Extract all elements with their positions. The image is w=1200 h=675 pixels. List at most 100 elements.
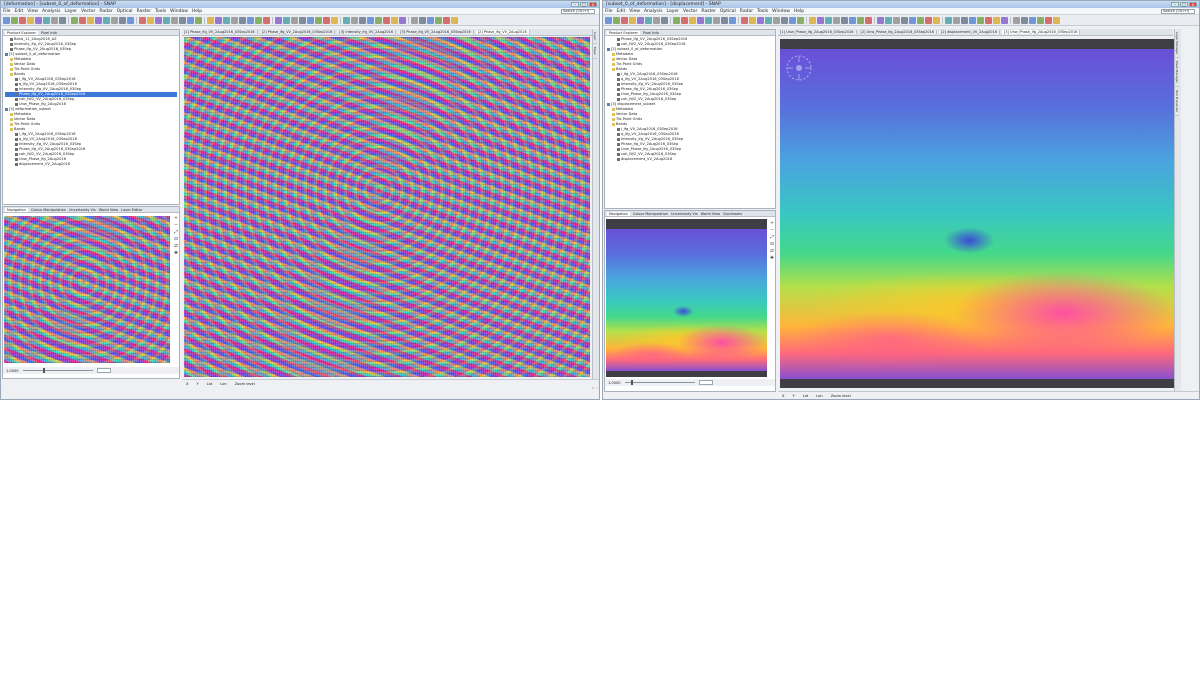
open-product-icon[interactable] <box>3 16 10 24</box>
pin-icon[interactable] <box>673 16 680 24</box>
gcp-icon[interactable] <box>351 16 358 24</box>
zoom-fit-icon[interactable]: ⤢ <box>174 230 179 235</box>
nav-tab-3[interactable]: World View <box>701 212 720 216</box>
gcp-icon[interactable] <box>1045 16 1052 24</box>
open-product-icon[interactable] <box>367 16 374 24</box>
band-maths-icon[interactable] <box>223 16 230 24</box>
close-button[interactable]: × <box>1189 2 1197 7</box>
open-product-icon[interactable] <box>187 16 194 24</box>
pin-icon[interactable] <box>435 16 442 24</box>
gcp-icon[interactable] <box>79 16 86 24</box>
menu-analysis[interactable]: Analysis <box>42 9 61 14</box>
zoom-value-field[interactable] <box>698 380 713 385</box>
scatter-icon[interactable] <box>933 16 940 24</box>
menu-layer[interactable]: Layer <box>64 9 77 14</box>
tree-item[interactable]: displacement_VV_2Aug2016 <box>5 162 177 167</box>
pin-icon[interactable] <box>163 16 170 24</box>
zoom-slider-knob[interactable] <box>42 368 45 373</box>
close-icon[interactable] <box>383 16 390 24</box>
menu-radar[interactable]: Radar <box>99 9 112 14</box>
undo-icon[interactable] <box>809 16 816 24</box>
redo-icon[interactable] <box>1001 16 1008 24</box>
menu-window[interactable]: Window <box>170 9 188 14</box>
band-maths-icon[interactable] <box>43 16 50 24</box>
menu-raster[interactable]: Raster <box>137 9 152 14</box>
zoom-all-icon[interactable]: ⊡ <box>770 242 775 247</box>
panel-tab-0[interactable]: Product Explorer <box>607 30 640 35</box>
gcp-icon[interactable] <box>773 16 780 24</box>
close-icon[interactable] <box>291 16 298 24</box>
open-product-icon[interactable] <box>605 16 612 24</box>
pin-icon[interactable] <box>255 16 262 24</box>
interferogram-image-view[interactable] <box>184 37 590 377</box>
close-button[interactable]: × <box>589 2 597 7</box>
image-tab[interactable]: [2] Phase_ifg_VV_2Aug2016_03Sep2016 <box>259 30 336 34</box>
zoom-out-icon[interactable]: − <box>770 228 775 233</box>
menu-help[interactable]: Help <box>794 9 804 14</box>
nav-tab-2[interactable]: Uncertainty Vis <box>69 208 96 212</box>
zoom-in-icon[interactable]: + <box>770 221 775 226</box>
band-maths-icon[interactable] <box>645 16 652 24</box>
panel-tab-1[interactable]: Pixel Info <box>643 31 659 35</box>
histogram-icon[interactable] <box>51 16 58 24</box>
scatter-icon[interactable] <box>239 16 246 24</box>
nav-tab-4[interactable]: Layer Editor <box>121 208 142 212</box>
zoom-out-icon[interactable]: − <box>174 223 179 228</box>
gcp-icon[interactable] <box>953 16 960 24</box>
sync-cursor-icon[interactable]: ✚ <box>770 256 775 261</box>
close-icon[interactable] <box>713 16 720 24</box>
image-tab[interactable]: [1] Phase_ifg_VV_2Aug2016_03Sep2016 <box>182 30 258 34</box>
menu-optical[interactable]: Optical <box>117 9 133 14</box>
save-icon[interactable] <box>613 16 620 24</box>
undo-icon[interactable] <box>901 16 908 24</box>
close-icon[interactable] <box>893 16 900 24</box>
save-icon[interactable] <box>375 16 382 24</box>
zoom-slider[interactable] <box>624 380 695 385</box>
undo-icon[interactable] <box>993 16 1000 24</box>
save-icon[interactable] <box>797 16 804 24</box>
menu-view[interactable]: View <box>629 9 640 14</box>
close-icon[interactable] <box>621 16 628 24</box>
spectrum-icon[interactable] <box>451 16 458 24</box>
tree-item[interactable]: displacement_VV_2Aug2016 <box>607 157 773 162</box>
minimize-button[interactable]: – <box>1171 2 1179 7</box>
search-input[interactable]: Search (Ctrl+I) <box>561 8 595 14</box>
image-tab[interactable]: [2] displacement_VV_2Aug2016 <box>939 30 1000 34</box>
undo-icon[interactable] <box>391 16 398 24</box>
image-tab[interactable]: [3] Unw_Phase_ifg_2Aug2016_03Sep2016 <box>1001 30 1081 34</box>
histogram-icon[interactable] <box>411 16 418 24</box>
redo-icon[interactable] <box>307 16 314 24</box>
gcp-icon[interactable] <box>171 16 178 24</box>
sync-cursor-icon[interactable]: ✚ <box>174 251 179 256</box>
histogram-icon[interactable] <box>925 16 932 24</box>
scatter-icon[interactable] <box>749 16 756 24</box>
pin-icon[interactable] <box>857 16 864 24</box>
menu-tools[interactable]: Tools <box>155 9 166 14</box>
menu-vector[interactable]: Vector <box>683 9 697 14</box>
displacement-image-view[interactable] <box>780 49 1174 379</box>
open-product-icon[interactable] <box>877 16 884 24</box>
pin-icon[interactable] <box>343 16 350 24</box>
histogram-icon[interactable] <box>653 16 660 24</box>
statistics-icon[interactable] <box>849 16 856 24</box>
menu-vector[interactable]: Vector <box>81 9 95 14</box>
open-product-icon[interactable] <box>697 16 704 24</box>
spectrum-icon[interactable] <box>359 16 366 24</box>
undo-icon[interactable] <box>629 16 636 24</box>
pin-icon[interactable] <box>1037 16 1044 24</box>
menu-edit[interactable]: Edit <box>617 9 626 14</box>
panel-tab-0[interactable]: Product Explorer <box>5 30 38 35</box>
nav-tab-4[interactable]: Quicklooks <box>723 212 742 216</box>
band-maths-icon[interactable] <box>315 16 322 24</box>
right-sidebar-tab[interactable]: Mask Manager <box>1175 58 1179 88</box>
menu-edit[interactable]: Edit <box>15 9 24 14</box>
pin-icon[interactable] <box>71 16 78 24</box>
redo-icon[interactable] <box>127 16 134 24</box>
save-icon[interactable] <box>705 16 712 24</box>
image-tab[interactable]: [1] Unw_Phase_ifg_2Aug2016_03Sep2016 <box>778 30 857 34</box>
redo-icon[interactable] <box>817 16 824 24</box>
band-maths-icon[interactable] <box>825 16 832 24</box>
undo-icon[interactable] <box>207 16 214 24</box>
menu-analysis[interactable]: Analysis <box>644 9 663 14</box>
undo-icon[interactable] <box>27 16 34 24</box>
